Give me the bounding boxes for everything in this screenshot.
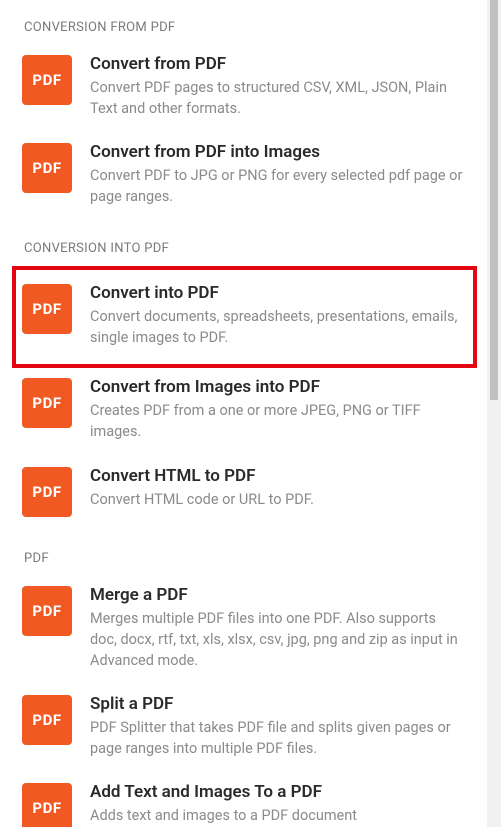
list-item-title: Convert from PDF — [90, 53, 465, 75]
list-item-desc: Convert documents, spreadsheets, present… — [90, 306, 461, 348]
scrollbar-track[interactable] — [487, 0, 501, 827]
list-item-desc: Convert HTML code or URL to PDF. — [90, 489, 465, 510]
pdf-icon: PDF — [22, 467, 72, 517]
scrollbar-thumb[interactable] — [490, 0, 498, 400]
pdf-icon: PDF — [22, 378, 72, 428]
list-item-title: Split a PDF — [90, 693, 465, 715]
pdf-icon: PDF — [22, 55, 72, 105]
list-item[interactable]: PDF Convert HTML to PDF Convert HTML cod… — [20, 457, 485, 531]
list-item-title: Add Text and Images To a PDF — [90, 781, 465, 803]
list-item-text: Merge a PDF Merges multiple PDF files in… — [90, 584, 465, 671]
list-item[interactable]: PDF Convert from PDF into Images Convert… — [20, 133, 485, 221]
list-item-title: Merge a PDF — [90, 584, 465, 606]
list-item-desc: Merges multiple PDF files into one PDF. … — [90, 608, 465, 671]
pdf-icon: PDF — [22, 783, 72, 827]
list-item-text: Convert from PDF into Images Convert PDF… — [90, 141, 465, 207]
list-item-desc: Convert PDF pages to structured CSV, XML… — [90, 77, 465, 119]
list-item-text: Split a PDF PDF Splitter that takes PDF … — [90, 693, 465, 759]
list-item-text: Convert into PDF Convert documents, spre… — [90, 282, 461, 348]
list-item-title: Convert into PDF — [90, 282, 461, 304]
section-header: CONVERSION FROM PDF — [20, 0, 485, 45]
list-item-highlighted[interactable]: PDF Convert into PDF Convert documents, … — [12, 266, 477, 368]
list-item-title: Convert from Images into PDF — [90, 376, 465, 398]
list-item-text: Convert from Images into PDF Creates PDF… — [90, 376, 465, 442]
list-item-text: Convert from PDF Convert PDF pages to st… — [90, 53, 465, 119]
list-item-text: Add Text and Images To a PDF Adds text a… — [90, 781, 465, 826]
list-item[interactable]: PDF Convert from PDF Convert PDF pages t… — [20, 45, 485, 133]
list-item[interactable]: PDF Split a PDF PDF Splitter that takes … — [20, 685, 485, 773]
action-list-panel: CONVERSION FROM PDF PDF Convert from PDF… — [0, 0, 485, 827]
section-header: PDF — [20, 531, 485, 576]
list-item[interactable]: PDF Convert from Images into PDF Creates… — [20, 368, 485, 456]
list-item[interactable]: PDF Add Text and Images To a PDF Adds te… — [20, 773, 485, 827]
section-header: CONVERSION INTO PDF — [20, 221, 485, 266]
list-item-title: Convert from PDF into Images — [90, 141, 465, 163]
pdf-icon: PDF — [22, 695, 72, 745]
list-item-desc: Creates PDF from a one or more JPEG, PNG… — [90, 400, 465, 442]
pdf-icon: PDF — [22, 284, 72, 334]
list-item-text: Convert HTML to PDF Convert HTML code or… — [90, 465, 465, 510]
pdf-icon: PDF — [22, 143, 72, 193]
pdf-icon: PDF — [22, 586, 72, 636]
list-item-desc: Convert PDF to JPG or PNG for every sele… — [90, 165, 465, 207]
list-item[interactable]: PDF Merge a PDF Merges multiple PDF file… — [20, 576, 485, 685]
list-item-title: Convert HTML to PDF — [90, 465, 465, 487]
list-item-desc: PDF Splitter that takes PDF file and spl… — [90, 717, 465, 759]
list-item-desc: Adds text and images to a PDF document — [90, 805, 465, 826]
